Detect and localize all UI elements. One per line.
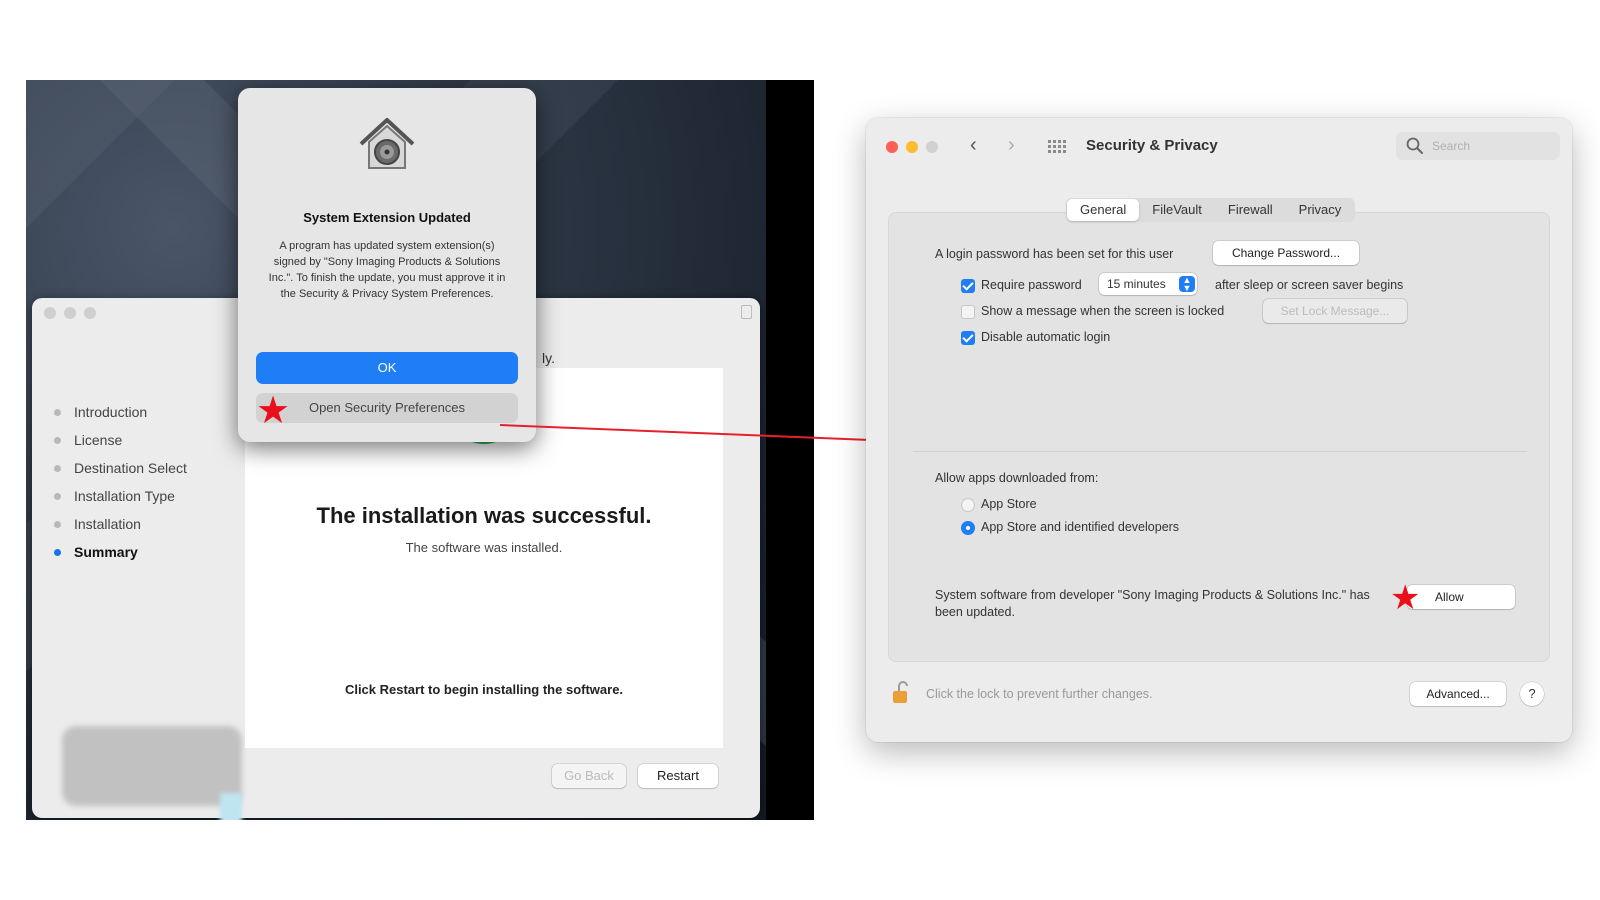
- search-input[interactable]: Search: [1396, 132, 1560, 160]
- require-password-label: Require password: [981, 278, 1082, 292]
- step-label: License: [74, 432, 123, 448]
- star-marker-icon: ★: [256, 390, 291, 432]
- partial-heading-text: ly.: [542, 350, 555, 366]
- printer-paper-illustration: [220, 793, 242, 820]
- step-installation-type: Installation Type: [52, 482, 242, 510]
- step-label: Summary: [74, 544, 138, 560]
- grid-icon[interactable]: [1048, 140, 1068, 154]
- zoom-button[interactable]: [84, 307, 96, 319]
- star-marker-icon: ★: [1390, 579, 1421, 617]
- restart-note: Click Restart to begin installing the so…: [344, 682, 624, 697]
- show-message-checkbox[interactable]: [961, 305, 975, 319]
- alert-body: A program has updated system extension(s…: [268, 240, 506, 300]
- minimize-button[interactable]: [906, 141, 918, 153]
- set-lock-message-button[interactable]: Set Lock Message...: [1263, 299, 1407, 323]
- password-delay-select[interactable]: 15 minutes ▲ ▼: [1099, 273, 1197, 295]
- lock-status-text: Click the lock to prevent further change…: [926, 687, 1153, 701]
- success-subtitle: The software was installed.: [405, 540, 563, 555]
- chevron-right-icon[interactable]: ›: [1008, 134, 1015, 157]
- step-label: Installation Type: [74, 488, 175, 504]
- password-delay-value: 15 minutes: [1107, 277, 1166, 291]
- tab-privacy[interactable]: Privacy: [1286, 199, 1355, 221]
- after-sleep-text: after sleep or screen saver begins: [1215, 278, 1404, 292]
- minimize-button[interactable]: [64, 307, 76, 319]
- updown-chevron-icon: ▲ ▼: [1179, 276, 1195, 293]
- search-placeholder: Search: [1432, 139, 1471, 153]
- step-label: Destination Select: [74, 460, 187, 476]
- close-button[interactable]: [44, 307, 56, 319]
- step-label: Introduction: [74, 404, 148, 420]
- installer-steps: Introduction License Destination Select …: [52, 398, 242, 566]
- zoom-button[interactable]: [926, 141, 938, 153]
- security-house-lock-icon: [359, 118, 415, 169]
- step-installation: Installation: [52, 510, 242, 538]
- show-message-label: Show a message when the screen is locked: [981, 304, 1225, 318]
- window-title: Security & Privacy: [1086, 137, 1218, 154]
- go-back-button[interactable]: Go Back: [552, 764, 626, 788]
- help-button[interactable]: ?: [1520, 682, 1544, 706]
- tab-firewall[interactable]: Firewall: [1215, 199, 1286, 221]
- tab-bar: General FileVault Firewall Privacy: [1066, 198, 1356, 222]
- security-privacy-window: ‹ › Security & Privacy Search A login pa…: [866, 118, 1572, 742]
- system-extension-alert: System Extension Updated A program has u…: [238, 88, 536, 442]
- advanced-button[interactable]: Advanced...: [1410, 682, 1506, 706]
- login-password-text: A login password has been set for this u…: [935, 247, 1174, 261]
- change-password-button[interactable]: Change Password...: [1213, 241, 1359, 265]
- tab-filevault[interactable]: FileVault: [1139, 199, 1215, 221]
- require-password-checkbox[interactable]: [961, 279, 975, 293]
- installer-screenshot: Introduction License Destination Select …: [26, 80, 814, 820]
- step-label: Installation: [74, 516, 141, 532]
- step-summary: Summary: [52, 538, 242, 566]
- chevron-left-icon[interactable]: ‹: [970, 134, 977, 157]
- divider: [913, 451, 1527, 452]
- alert-title: System Extension Updated: [303, 210, 471, 225]
- printer-illustration: [62, 726, 242, 806]
- unlocked-padlock-icon[interactable]: [892, 680, 910, 704]
- general-panel: A login password has been set for this u…: [888, 212, 1550, 662]
- allow-button[interactable]: Allow: [1407, 585, 1515, 609]
- disable-auto-login-checkbox[interactable]: [961, 331, 975, 345]
- step-destination-select: Destination Select: [52, 454, 242, 482]
- allow-apps-heading: Allow apps downloaded from:: [935, 471, 1099, 485]
- close-button[interactable]: [886, 141, 898, 153]
- lock-icon[interactable]: [741, 305, 752, 319]
- identified-developers-radio[interactable]: [961, 521, 975, 535]
- open-security-preferences-button[interactable]: Open Security Preferences: [256, 393, 518, 423]
- step-introduction: Introduction: [52, 398, 242, 426]
- disable-auto-login-label: Disable automatic login: [981, 330, 1111, 344]
- step-license: License: [52, 426, 242, 454]
- restart-button[interactable]: Restart: [638, 764, 718, 788]
- tab-general[interactable]: General: [1067, 199, 1140, 221]
- blocked-software-text: System software from developer "Sony Ima…: [935, 588, 1370, 619]
- search-icon: [1406, 137, 1423, 154]
- ok-button[interactable]: OK: [256, 352, 518, 384]
- app-store-radio[interactable]: [961, 498, 975, 512]
- success-title: The installation was successful.: [316, 503, 652, 528]
- identified-developers-label: App Store and identified developers: [981, 520, 1180, 534]
- app-store-label: App Store: [981, 497, 1037, 511]
